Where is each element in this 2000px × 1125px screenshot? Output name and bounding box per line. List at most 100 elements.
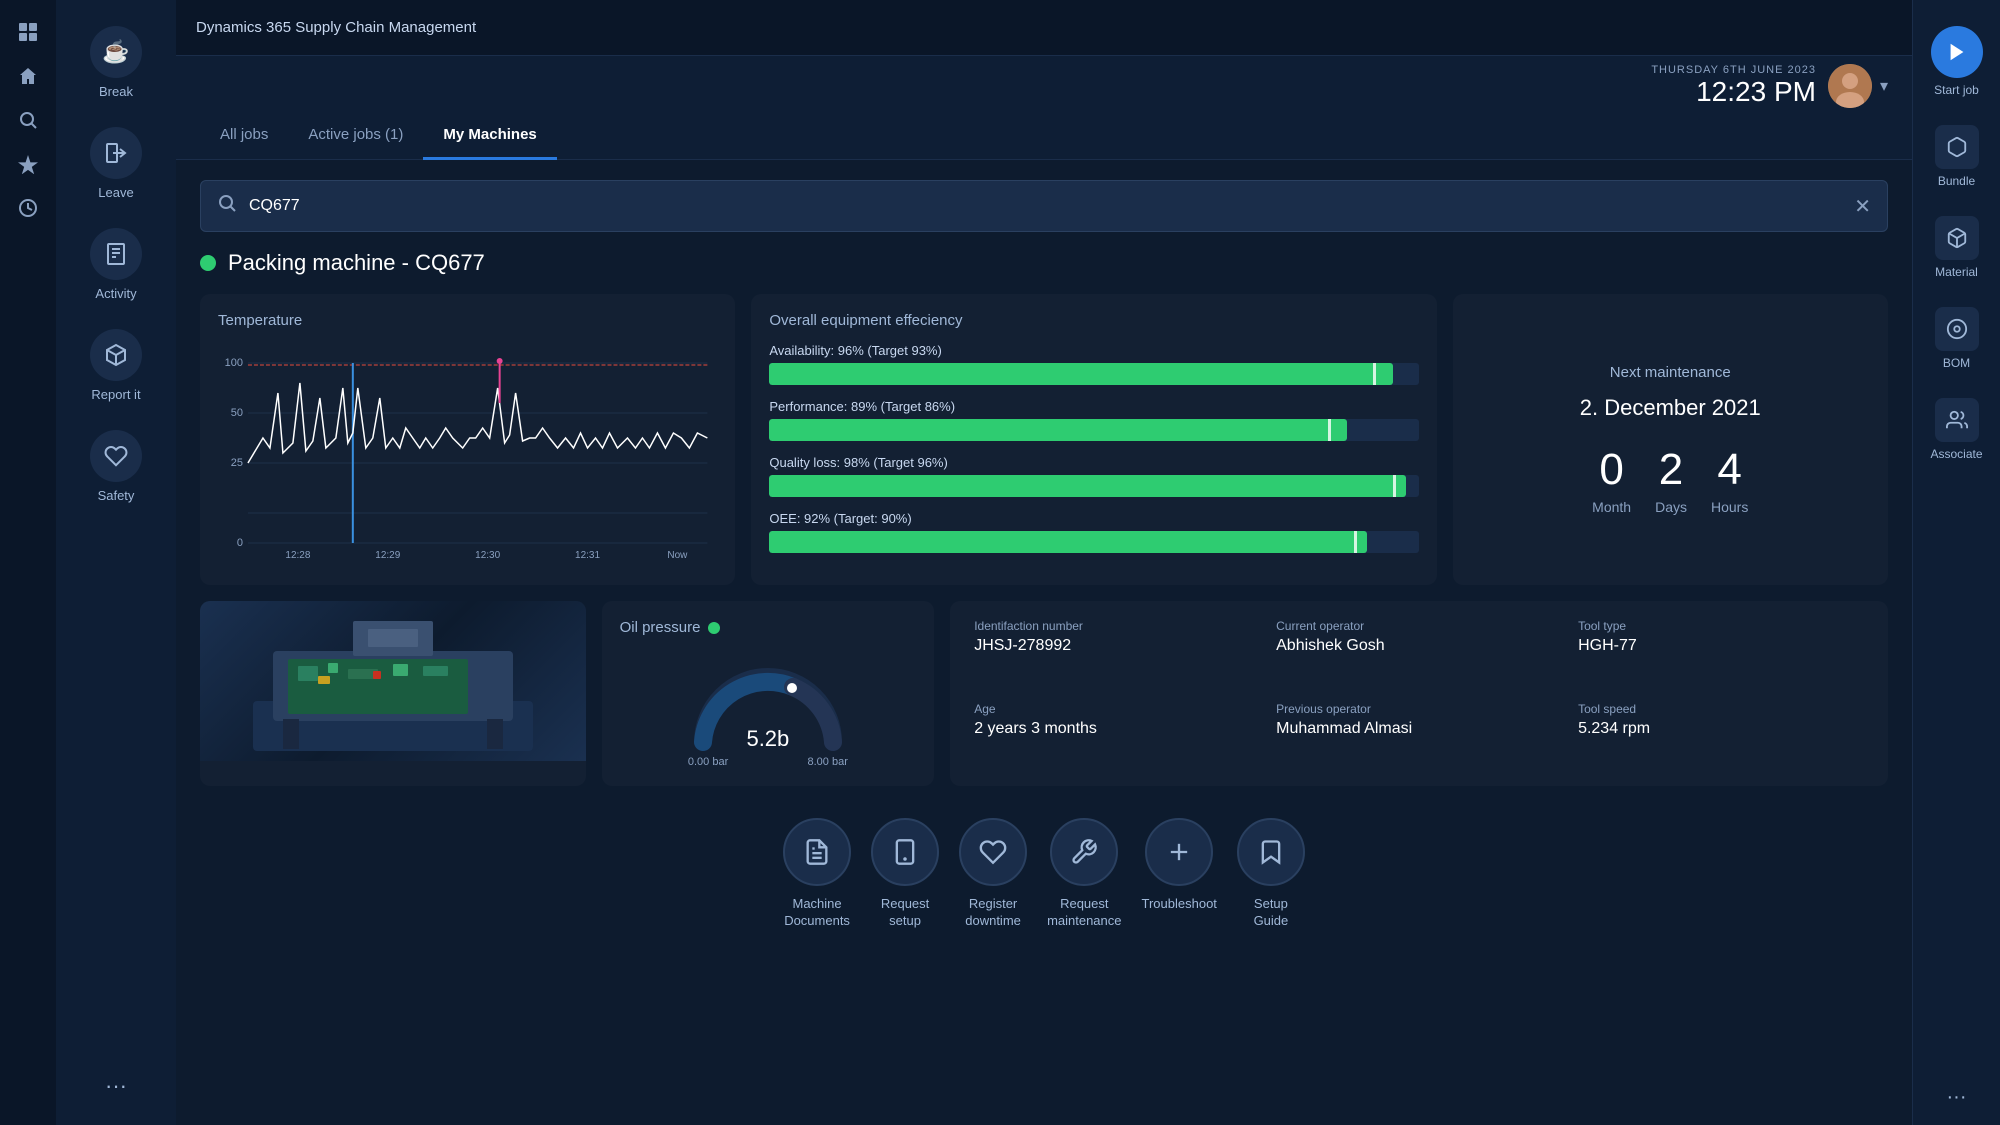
machine-info-card: Identifaction number JHSJ-278992 Current… xyxy=(950,601,1888,786)
oee-metric-2: Quality loss: 98% (Target 96%) xyxy=(769,455,1418,497)
report-icon xyxy=(90,329,142,381)
bom-button[interactable]: BOM xyxy=(1919,297,1995,380)
age-value: 2 years 3 months xyxy=(974,720,1260,738)
break-icon: ☕ xyxy=(90,26,142,78)
tool-speed-label: Tool speed xyxy=(1578,702,1864,716)
avatar-area: ▾ xyxy=(1828,64,1888,108)
setup-guide-label: SetupGuide xyxy=(1254,896,1289,930)
tabs: All jobs Active jobs (1) My Machines xyxy=(200,112,1888,159)
field-age: Age 2 years 3 months xyxy=(974,702,1260,769)
previous-operator-label: Previous operator xyxy=(1276,702,1562,716)
tool-type-value: HGH-77 xyxy=(1578,637,1864,655)
oil-pressure-card: Oil pressure 5.2b xyxy=(602,601,935,786)
user-avatar[interactable] xyxy=(1828,64,1872,108)
machine-documents-label: MachineDocuments xyxy=(784,896,850,930)
home-icon[interactable] xyxy=(8,56,48,96)
gauge-container: 5.2b xyxy=(688,652,848,752)
app-title: Dynamics 365 Supply Chain Management xyxy=(196,19,1892,36)
svg-text:Now: Now xyxy=(667,550,688,561)
start-job-label: Start job xyxy=(1934,83,1979,97)
right-sidebar: Start job Bundle Material BOM xyxy=(1912,0,2000,1125)
sidebar-item-safety[interactable]: Safety xyxy=(66,420,166,513)
oee-metric-0: Availability: 96% (Target 93%) xyxy=(769,343,1418,385)
safety-icon xyxy=(90,430,142,482)
tab-active-jobs[interactable]: Active jobs (1) xyxy=(288,112,423,160)
oil-title-text: Oil pressure xyxy=(620,619,701,636)
tool-speed-value: 5.234 rpm xyxy=(1578,720,1864,738)
troubleshoot-icon xyxy=(1145,818,1213,886)
machine-image-card xyxy=(200,601,586,786)
maintenance-date: 2. December 2021 xyxy=(1580,395,1761,421)
material-button[interactable]: Material xyxy=(1919,206,1995,289)
count-hours: 4 Hours xyxy=(1711,445,1748,515)
oil-status-dot xyxy=(708,622,720,634)
action-machine-documents[interactable]: MachineDocuments xyxy=(783,818,851,930)
machine-title-row: Packing machine - CQ677 xyxy=(200,250,1888,276)
star-icon[interactable] xyxy=(8,144,48,184)
search-input[interactable] xyxy=(249,197,1854,215)
activity-icon xyxy=(90,228,142,280)
leave-icon xyxy=(90,127,142,179)
svg-text:12:28: 12:28 xyxy=(285,550,310,561)
datetime-info: THURSDAY 6th JUNE 2023 12:23 PM xyxy=(1651,64,1816,108)
machine-name: Packing machine - CQ677 xyxy=(228,250,485,276)
search-icon xyxy=(217,193,237,219)
bundle-icon xyxy=(1935,125,1979,169)
action-request-maintenance[interactable]: Requestmaintenance xyxy=(1047,818,1121,930)
sidebar-item-report[interactable]: Report it xyxy=(66,319,166,412)
maintenance-title: Next maintenance xyxy=(1610,364,1731,381)
setup-guide-icon xyxy=(1237,818,1305,886)
bom-icon xyxy=(1935,307,1979,351)
material-icon xyxy=(1935,216,1979,260)
field-tool-speed: Tool speed 5.234 rpm xyxy=(1578,702,1864,769)
machine-documents-icon xyxy=(783,818,851,886)
field-id-number: Identifaction number JHSJ-278992 xyxy=(974,619,1260,686)
action-troubleshoot[interactable]: Troubleshoot xyxy=(1142,818,1217,930)
oee-title: Overall equipment effeciency xyxy=(769,312,1418,329)
oee-metric-1: Performance: 89% (Target 86%) xyxy=(769,399,1418,441)
search-icon[interactable] xyxy=(8,100,48,140)
svg-text:12:31: 12:31 xyxy=(575,550,600,561)
bom-label: BOM xyxy=(1943,356,1970,370)
temperature-card: Temperature 100 50 25 0 xyxy=(200,294,735,585)
field-current-operator: Current operator Abhishek Gosh xyxy=(1276,619,1562,686)
svg-text:100: 100 xyxy=(225,357,243,369)
oil-pressure-value: 5.2b xyxy=(746,726,789,752)
tab-all-jobs[interactable]: All jobs xyxy=(200,112,288,160)
sidebar-item-activity[interactable]: Activity xyxy=(66,218,166,311)
oee-card: Overall equipment effeciency Availabilit… xyxy=(751,294,1436,585)
machine-status-dot xyxy=(200,255,216,271)
request-setup-label: Requestsetup xyxy=(881,896,929,930)
sidebar-item-leave[interactable]: Leave xyxy=(66,117,166,210)
avatar-chevron-icon[interactable]: ▾ xyxy=(1880,76,1888,96)
gauge-min-label: 0.00 bar xyxy=(688,756,728,768)
action-setup-guide[interactable]: SetupGuide xyxy=(1237,818,1305,930)
sidebar-more-button[interactable]: ··· xyxy=(66,1063,166,1109)
sidebar-item-break[interactable]: ☕ Break xyxy=(66,16,166,109)
associate-icon xyxy=(1935,398,1979,442)
associate-button[interactable]: Associate xyxy=(1919,388,1995,471)
time-display: 12:23 PM xyxy=(1651,76,1816,108)
machine-image xyxy=(200,601,586,761)
previous-operator-value: Muhammad Almasi xyxy=(1276,720,1562,738)
bundle-label: Bundle xyxy=(1938,174,1975,188)
grid-menu-icon[interactable] xyxy=(8,12,48,52)
action-register-downtime[interactable]: Registerdowntime xyxy=(959,818,1027,930)
search-bar: ✕ xyxy=(200,180,1888,232)
maintenance-card: Next maintenance 2. December 2021 0 Mont… xyxy=(1453,294,1888,585)
right-sidebar-more[interactable]: ··· xyxy=(1947,1086,1967,1109)
maintenance-counts: 0 Month 2 Days 4 Hours xyxy=(1592,445,1748,515)
bundle-button[interactable]: Bundle xyxy=(1919,115,1995,198)
action-request-setup[interactable]: Requestsetup xyxy=(871,818,939,930)
request-maintenance-icon xyxy=(1050,818,1118,886)
search-clear-icon[interactable]: ✕ xyxy=(1854,194,1871,219)
start-job-button[interactable]: Start job xyxy=(1919,16,1995,107)
recent-icon[interactable] xyxy=(8,188,48,228)
main-content: Dynamics 365 Supply Chain Management THU… xyxy=(176,0,1912,1125)
id-number-label: Identifaction number xyxy=(974,619,1260,633)
gauge-max-label: 8.00 bar xyxy=(808,756,848,768)
cards-row-1: Temperature 100 50 25 0 xyxy=(200,294,1888,585)
tab-my-machines[interactable]: My Machines xyxy=(423,112,556,160)
second-row: Oil pressure 5.2b xyxy=(200,601,1888,786)
count-days: 2 Days xyxy=(1655,445,1687,515)
